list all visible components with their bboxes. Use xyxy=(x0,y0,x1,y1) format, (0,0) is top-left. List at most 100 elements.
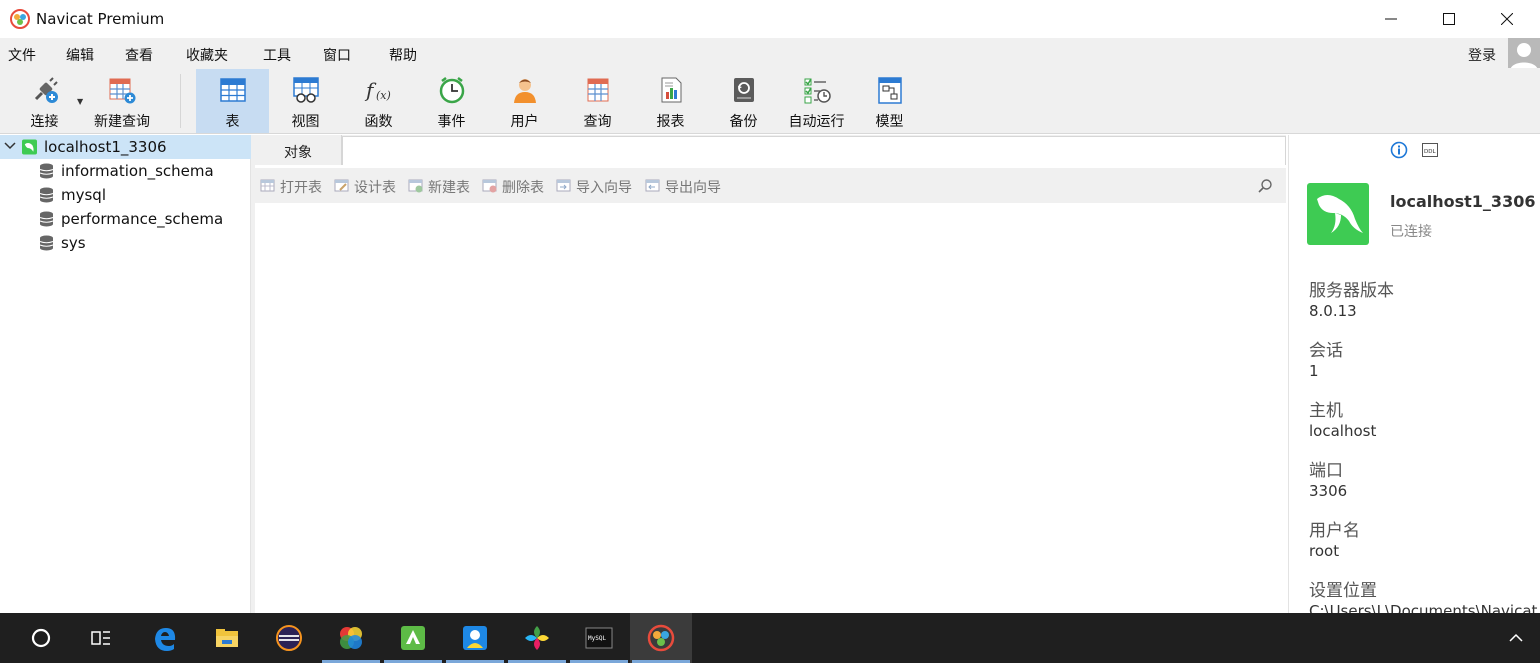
new-table-label: 新建表 xyxy=(428,180,470,196)
automation-label: 自动运行 xyxy=(788,114,845,130)
avatar[interactable] xyxy=(1508,38,1540,70)
taskbar-photos[interactable] xyxy=(320,613,382,663)
search-icon[interactable] xyxy=(1257,178,1273,194)
svg-text:MySQL: MySQL xyxy=(588,635,606,642)
task-view-button[interactable] xyxy=(70,613,132,663)
delete-table-label: 删除表 xyxy=(502,180,544,196)
eclipse-icon xyxy=(276,625,302,651)
tree-database-row[interactable]: performance_schema xyxy=(0,207,251,231)
event-clock-icon xyxy=(439,77,465,104)
table-button[interactable]: 表 xyxy=(196,69,269,133)
report-button[interactable]: 报表 xyxy=(634,69,707,133)
taskbar-edge[interactable] xyxy=(134,613,196,663)
function-icon: f (x) xyxy=(364,78,391,102)
event-label: 事件 xyxy=(437,114,466,130)
connect-dropdown-icon[interactable]: ▼ xyxy=(77,97,83,106)
taskbar-mysql-console[interactable]: MySQL xyxy=(568,613,630,663)
delete-table-icon xyxy=(482,179,497,193)
taskbar-navicat[interactable] xyxy=(630,613,692,663)
design-table-icon xyxy=(334,179,349,192)
menu-file[interactable]: 文件 xyxy=(8,45,36,65)
menu-favorites[interactable]: 收藏夹 xyxy=(186,45,228,65)
menu-view[interactable]: 查看 xyxy=(125,45,153,65)
view-label: 视图 xyxy=(291,114,320,130)
tree-connection-label: localhost1_3306 xyxy=(44,138,167,156)
export-wizard-label: 导出向导 xyxy=(665,180,721,196)
tree-database-row[interactable]: mysql xyxy=(0,183,251,207)
tree-database-row[interactable]: sys xyxy=(0,231,251,255)
window-title: Navicat Premium xyxy=(36,10,165,28)
tree-database-row[interactable]: information_schema xyxy=(0,159,251,183)
prop-key-username: 用户名 xyxy=(1309,521,1360,541)
menu-tools[interactable]: 工具 xyxy=(263,45,291,65)
login-link[interactable]: 登录 xyxy=(1468,45,1496,65)
database-icon xyxy=(39,235,54,251)
taskbar-eclipse[interactable] xyxy=(258,613,320,663)
navicat-taskbar-icon xyxy=(647,624,675,652)
start-button[interactable] xyxy=(10,613,72,663)
tray-chevron-up-icon[interactable] xyxy=(1508,631,1524,645)
user-avatar-icon xyxy=(1510,43,1538,70)
photos-app-icon xyxy=(340,627,362,649)
menu-edit[interactable]: 编辑 xyxy=(66,45,94,65)
maximize-button[interactable] xyxy=(1420,0,1478,38)
title-bar: Navicat Premium xyxy=(0,0,1540,38)
minimize-icon xyxy=(1385,18,1397,20)
green-app-icon xyxy=(401,626,425,650)
database-icon xyxy=(39,187,54,203)
taskbar-file-explorer[interactable] xyxy=(196,613,258,663)
export-wizard-icon xyxy=(645,179,660,192)
report-label: 报表 xyxy=(656,114,685,130)
info-tab-icon[interactable] xyxy=(1390,141,1408,159)
main-toolbar: 连接 ▼ 新建查询 表 视图 f (x) 函数 事件 用户 查询 报表 备份 自… xyxy=(0,68,1540,134)
model-label: 模型 xyxy=(875,114,904,130)
object-list-area[interactable] xyxy=(255,203,1286,613)
prop-value-username: root xyxy=(1309,542,1340,560)
user-button[interactable]: 用户 xyxy=(488,69,561,133)
connect-icon xyxy=(34,77,58,103)
function-button[interactable]: f (x) 函数 xyxy=(342,69,415,133)
event-button[interactable]: 事件 xyxy=(415,69,488,133)
prop-value-session: 1 xyxy=(1309,362,1319,380)
info-connection-status: 已连接 xyxy=(1390,224,1432,240)
tree-connection-row[interactable]: localhost1_3306 xyxy=(0,135,251,159)
database-icon xyxy=(39,211,54,227)
mysql-connection-icon xyxy=(22,139,37,155)
view-button[interactable]: 视图 xyxy=(269,69,342,133)
new-query-icon xyxy=(109,78,136,104)
open-table-icon xyxy=(260,179,275,192)
prop-value-settings-location: C:\Users\L\Documents\Navicat xyxy=(1309,602,1538,613)
query-button[interactable]: 查询 xyxy=(561,69,634,133)
menu-window[interactable]: 窗口 xyxy=(323,45,351,65)
tab-objects[interactable]: 对象 xyxy=(255,135,342,165)
file-explorer-icon xyxy=(216,629,238,647)
contacts-app-icon xyxy=(463,626,487,650)
connect-button[interactable]: 连接 xyxy=(8,69,81,133)
maximize-icon xyxy=(1443,13,1455,25)
table-label: 表 xyxy=(225,114,240,130)
taskbar-flower-app[interactable] xyxy=(506,613,568,663)
backup-button[interactable]: 备份 xyxy=(707,69,780,133)
close-icon xyxy=(1501,13,1513,25)
model-button[interactable]: 模型 xyxy=(853,69,926,133)
svg-text:(x): (x) xyxy=(376,89,391,102)
navicat-logo-icon xyxy=(10,9,30,29)
flower-app-icon xyxy=(525,626,549,650)
taskbar-contacts-app[interactable] xyxy=(444,613,506,663)
chevron-down-icon[interactable] xyxy=(4,139,16,153)
menu-help[interactable]: 帮助 xyxy=(389,45,417,65)
close-button[interactable] xyxy=(1478,0,1536,38)
start-button-icon xyxy=(31,628,51,648)
query-icon xyxy=(587,78,609,102)
taskbar-green-app[interactable] xyxy=(382,613,444,663)
svg-text:DDL: DDL xyxy=(1424,149,1436,155)
new-table-icon xyxy=(408,179,423,193)
automation-button[interactable]: 自动运行 xyxy=(780,69,853,133)
report-icon xyxy=(661,77,682,103)
table-icon xyxy=(220,78,246,102)
ddl-tab-icon[interactable]: DDL xyxy=(1422,143,1438,157)
import-wizard-label: 导入向导 xyxy=(576,180,632,196)
minimize-button[interactable] xyxy=(1362,0,1420,38)
new-query-button[interactable]: 新建查询 xyxy=(85,69,159,133)
prop-value-host: localhost xyxy=(1309,422,1377,440)
